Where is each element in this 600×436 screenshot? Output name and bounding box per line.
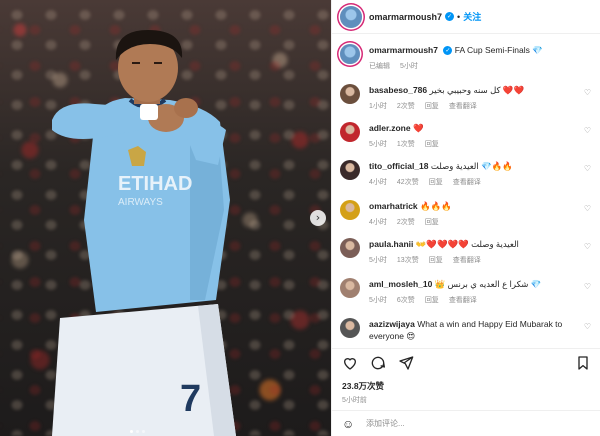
commenter-username[interactable]: omarhatrick	[369, 201, 418, 211]
comment-row: adler.zone ❤️ 5小时 1次赞 回复 ♡	[332, 122, 600, 151]
shorts-number: 7	[180, 378, 202, 420]
emoji-icon[interactable]: ☺	[342, 417, 356, 431]
comment-text: 👑 شكرا ع العديه ي برنس 💎	[434, 279, 542, 289]
comment-likes[interactable]: 2次赞	[397, 217, 415, 229]
comment-likes[interactable]: 42次赞	[397, 177, 419, 189]
carousel-dot	[136, 430, 139, 433]
verified-badge-icon: ✓	[443, 46, 453, 56]
post-actions: 23.8万次赞 5小时前	[332, 348, 600, 405]
post-header: omarmarmoush7 ✓ • 关注	[332, 0, 600, 34]
carousel-dot-active	[130, 430, 133, 433]
comment-text: ❤️	[412, 123, 424, 133]
reply-button[interactable]: 回复	[429, 177, 443, 189]
share-send-icon[interactable]	[398, 355, 414, 371]
comment-time: 1小时	[369, 103, 387, 110]
comment-text: كل سنه وحبيبي بخير ❤️❤️	[429, 85, 525, 95]
reply-button[interactable]: 回复	[425, 295, 439, 307]
commenter-avatar[interactable]	[340, 200, 360, 220]
caption-edited-label: 已编辑	[369, 63, 390, 70]
bookmark-icon[interactable]	[575, 355, 591, 371]
comment-like-heart-icon[interactable]: ♡	[584, 242, 591, 251]
caption-text: FA Cup Semi-Finals 💎	[454, 45, 543, 55]
comment-likes[interactable]: 6次赞	[397, 295, 415, 307]
comment-row: aazizwijaya What a win and Happy Eid Mub…	[332, 318, 600, 342]
caption-time: 5小时	[400, 63, 418, 70]
comment-row: aml_mosleh_10 👑 شكرا ع العديه ي برنس 💎 5小…	[332, 278, 600, 307]
comment-time: 5小时	[369, 257, 387, 264]
svg-text:AIRWAYS: AIRWAYS	[118, 197, 163, 208]
commenter-username[interactable]: paula.hanii	[369, 239, 413, 249]
comment-row: tito_official_18 العيدية وصلت 💎🔥🔥 4小时 42次赞…	[332, 160, 600, 189]
commenter-username[interactable]: aazizwijaya	[369, 319, 415, 329]
comment-likes[interactable]: 13次赞	[397, 255, 419, 267]
comment-like-heart-icon[interactable]: ♡	[584, 322, 591, 331]
comment-composer: ☺	[332, 410, 600, 436]
comment-like-heart-icon[interactable]: ♡	[584, 88, 591, 97]
post-time: 5小时前	[342, 397, 367, 404]
comment-time: 5小时	[369, 141, 387, 148]
reply-button[interactable]: 回复	[425, 139, 439, 151]
comment-text: العيدية وصلت 💎🔥🔥	[430, 161, 513, 171]
comment-row: basabeso_786 كل سنه وحبيبي بخير ❤️❤️ 1小时 2…	[332, 84, 600, 113]
comment-row: paula.hanii 👐❤️❤️❤️❤️ العيدية وصلت 5小时 13次…	[332, 238, 600, 267]
comment-likes[interactable]: 1次赞	[397, 139, 415, 151]
comment-like-heart-icon[interactable]: ♡	[584, 282, 591, 291]
commenter-avatar[interactable]	[340, 278, 360, 298]
commenter-username[interactable]: basabeso_786	[369, 85, 427, 95]
comment-row: omarhatrick 🔥🔥🔥 4小时 2次赞 回复 ♡	[332, 200, 600, 229]
comment-time: 4小时	[369, 179, 387, 186]
like-heart-icon[interactable]	[342, 355, 358, 371]
reply-button[interactable]: 回复	[425, 217, 439, 229]
post-photo[interactable]: ETIHAD AIRWAYS 7 ›	[0, 0, 331, 436]
commenter-avatar[interactable]	[340, 238, 360, 258]
separator-dot: •	[457, 11, 461, 22]
comment-text: 🔥🔥🔥	[420, 201, 452, 211]
comment-like-heart-icon[interactable]: ♡	[584, 204, 591, 213]
next-image-button[interactable]: ›	[310, 210, 326, 226]
author-avatar[interactable]	[340, 5, 362, 28]
reply-button[interactable]: 回复	[425, 101, 439, 113]
commenter-avatar[interactable]	[340, 122, 360, 142]
svg-text:ETIHAD: ETIHAD	[118, 173, 192, 195]
caption-row: omarmarmoush7 ✓ FA Cup Semi-Finals 💎 已编辑…	[332, 44, 600, 73]
commenter-avatar[interactable]	[340, 84, 360, 104]
commenter-username[interactable]: adler.zone	[369, 123, 411, 133]
comment-bubble-icon[interactable]	[370, 355, 386, 371]
commenter-username[interactable]: aml_mosleh_10	[369, 279, 432, 289]
comments-list[interactable]: omarmarmoush7 ✓ FA Cup Semi-Finals 💎 已编辑…	[332, 36, 600, 348]
commenter-username[interactable]: tito_official_18	[369, 161, 429, 171]
caption-avatar[interactable]	[340, 44, 360, 64]
translate-button[interactable]: 查看翻译	[453, 255, 481, 267]
verified-badge-icon: ✓	[445, 12, 455, 21]
carousel-dot	[142, 430, 145, 433]
commenter-avatar[interactable]	[340, 160, 360, 180]
carousel-indicator	[130, 430, 145, 433]
comment-input[interactable]	[366, 419, 566, 428]
caption-username[interactable]: omarmarmoush7	[369, 45, 438, 55]
translate-button[interactable]: 查看翻译	[449, 295, 477, 307]
likes-count[interactable]: 23.8万次赞	[342, 380, 591, 392]
post-side-panel: omarmarmoush7 ✓ • 关注 omarmarmoush7 ✓ FA …	[331, 0, 600, 436]
translate-button[interactable]: 查看翻译	[449, 101, 477, 113]
follow-button[interactable]: 关注	[463, 10, 481, 23]
translate-button[interactable]: 查看翻译	[453, 177, 481, 189]
comment-text: 👐❤️❤️❤️❤️ العيدية وصلت	[415, 239, 519, 249]
reply-button[interactable]: 回复	[429, 255, 443, 267]
author-username[interactable]: omarmarmoush7	[369, 12, 442, 22]
comment-likes[interactable]: 2次赞	[397, 101, 415, 113]
comment-time: 4小时	[369, 219, 387, 226]
player-illustration: ETIHAD AIRWAYS	[52, 30, 236, 436]
comment-like-heart-icon[interactable]: ♡	[584, 164, 591, 173]
comment-time: 5小时	[369, 297, 387, 304]
comment-like-heart-icon[interactable]: ♡	[584, 126, 591, 135]
commenter-avatar[interactable]	[340, 318, 360, 338]
